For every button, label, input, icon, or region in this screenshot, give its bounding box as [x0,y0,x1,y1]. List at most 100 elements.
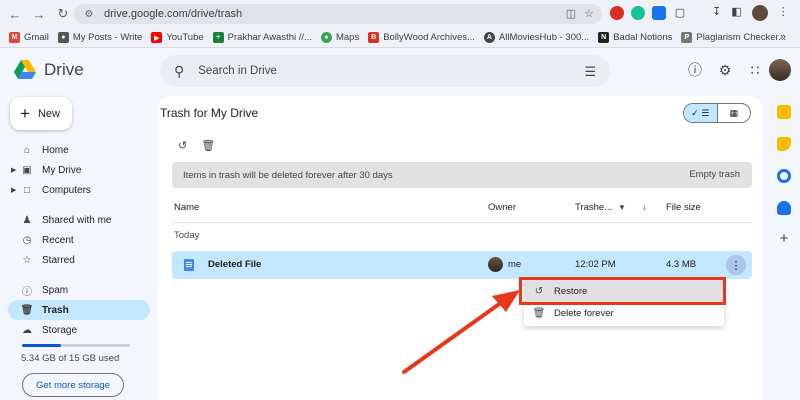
bookmark-star-icon[interactable]: ☆ [584,7,594,20]
sidebar-item-spam[interactable]: ⓘ Spam [8,280,150,300]
bookmark-favicon-icon: N [598,32,610,43]
check-icon: ✓ [691,107,699,118]
new-button[interactable]: + New [10,97,72,130]
bookmark-item[interactable]: B BollyWood Archives... [368,32,475,43]
drive-logo[interactable]: Drive [14,60,84,80]
sidebar-item-shared[interactable]: ♟ Shared with me [8,210,150,230]
bookmark-item[interactable]: A AllMoviesHub - 300... [483,32,589,43]
install-app-icon[interactable]: ◫ [566,7,576,20]
extensions-puzzle-icon[interactable]: ▢ [673,6,687,20]
sidebar-item-computers[interactable]: ▶ □ Computers [8,180,150,200]
bookmark-favicon-icon: ● [57,32,69,43]
column-header-owner[interactable]: Owner [488,202,516,213]
sidebar-item-starred[interactable]: ☆ Starred [8,250,150,270]
star-icon: ☆ [22,254,32,266]
bookmark-item[interactable]: + Prakhar Awasthi //... [212,32,312,43]
column-header-name[interactable]: Name [174,202,199,213]
sort-direction-arrow-icon[interactable]: ↓ [642,202,647,213]
bookmark-label: BollyWood Archives... [383,32,475,43]
contacts-app-icon[interactable] [777,201,791,215]
list-view-button[interactable]: ✓ ☰ [684,104,718,122]
calendar-app-icon[interactable] [777,105,791,119]
extension-red-icon[interactable] [610,6,624,20]
home-icon: ⌂ [23,144,31,156]
sidebar-item-label: Computers [42,184,91,196]
address-bar[interactable]: ⚙ drive.google.com/drive/trash ◫ ☆ [74,4,602,24]
sidebar-item-label: Home [42,144,69,156]
sidebar-item-my-drive[interactable]: ▶ ▣ My Drive [8,160,150,180]
browser-toolbar: ← → ↻ ⚙ drive.google.com/drive/trash ◫ ☆… [0,0,800,28]
bookmark-item[interactable]: N Badal Notions [598,32,672,43]
annotation-highlight-box [519,277,726,305]
url-text: drive.google.com/drive/trash [104,8,243,20]
column-header-trashed[interactable]: Trashe... [575,202,612,213]
storage-usage-text: 5.34 GB of 15 GB used [21,353,120,364]
delete-all-icon[interactable]: 🗑 [201,139,215,152]
bookmark-label: YouTube [166,32,204,43]
bookmarks-bar: M Gmail ● My Posts - Write ▶ YouTube + Prakh… [0,28,800,48]
bookmark-favicon-icon: ▶ [151,32,163,43]
browser-menu-icon[interactable]: ⋮ [778,5,789,21]
drive-logo-icon [14,60,36,79]
apps-grid-icon[interactable]: ∷ [746,62,764,79]
profile-avatar[interactable] [751,5,768,21]
grid-view-button[interactable]: ▦ [718,104,751,122]
view-toggle[interactable]: ✓ ☰ ▦ [683,103,751,123]
bookmark-item[interactable]: ● My Posts - Write [57,32,143,43]
settings-gear-icon[interactable]: ⚙ [716,62,734,79]
sort-dropdown-icon[interactable]: ▼ [618,203,626,212]
bookmark-item[interactable]: P Plagiarism Checker... [681,32,786,43]
sidebar-item-storage[interactable]: ☁ Storage [8,320,150,340]
bookmark-label: Prakhar Awasthi //... [227,32,312,43]
expand-caret-icon[interactable]: ▶ [11,186,16,194]
tasks-app-icon[interactable] [777,169,791,183]
bookmark-favicon-icon: ● [320,32,332,43]
extension-shield-icon[interactable] [652,6,666,20]
annotation-arrow-icon [402,290,520,374]
bookmark-label: My Posts - Write [72,32,143,43]
expand-caret-icon[interactable]: ▶ [11,166,16,174]
storage-progress-bar [22,344,130,347]
file-owner: me [508,259,522,270]
owner-avatar [488,257,503,272]
bookmark-favicon-icon: P [681,32,693,43]
back-icon[interactable]: ← [6,5,24,23]
forward-icon[interactable]: → [30,5,48,23]
empty-trash-button[interactable]: Empty trash [689,169,740,180]
more-actions-icon[interactable]: ⋮ [726,255,746,275]
download-icon[interactable]: ↧ [712,5,721,21]
sidebar-item-trash[interactable]: 🗑 Trash [8,300,150,320]
side-panel-icon[interactable]: ◧ [731,5,741,21]
bookmark-item[interactable]: ▶ YouTube [151,32,204,43]
bookmark-item[interactable]: ● Maps [320,32,359,43]
page-title: Trash for My Drive [160,106,259,120]
keep-app-icon[interactable] [777,137,791,151]
column-header-file-size[interactable]: File size [666,202,701,213]
reload-icon[interactable]: ↻ [54,5,72,23]
sidebar-item-label: Trash [42,304,69,316]
extension-grammarly-icon[interactable] [631,6,645,20]
table-row[interactable]: Deleted File me 12:02 PM 4.3 MB ⋮ [172,251,752,279]
search-options-icon[interactable]: ☰ [584,64,596,80]
sidebar-item-home[interactable]: ⌂ Home [8,140,150,160]
my-drive-icon: ▣ [22,164,32,176]
get-more-storage-button[interactable]: Get more storage [22,373,124,397]
search-icon[interactable]: ⚲ [174,63,184,80]
sidebar-item-recent[interactable]: ◷ Recent [8,230,150,250]
bookmark-label: Badal Notions [613,32,673,43]
search-bar[interactable]: ⚲ Search in Drive ☰ [160,55,610,87]
help-icon[interactable]: ⓘ [686,60,704,80]
more-bookmarks-button[interactable]: » [780,31,786,43]
search-input[interactable]: Search in Drive [198,65,277,77]
account-avatar[interactable] [769,59,791,81]
bookmark-favicon-icon: + [212,32,224,43]
sidebar-item-label: Spam [42,284,69,296]
header-divider [172,222,752,223]
restore-all-icon[interactable]: ↺ [178,139,187,152]
bookmark-item[interactable]: M Gmail [9,32,49,43]
add-app-icon[interactable]: + [777,231,791,246]
menu-item-delete-forever[interactable]: 🗑 Delete forever [524,302,724,324]
file-size: 4.3 MB [666,259,697,270]
site-settings-icon[interactable]: ⚙ [82,7,96,21]
bookmark-favicon-icon: A [483,32,495,43]
